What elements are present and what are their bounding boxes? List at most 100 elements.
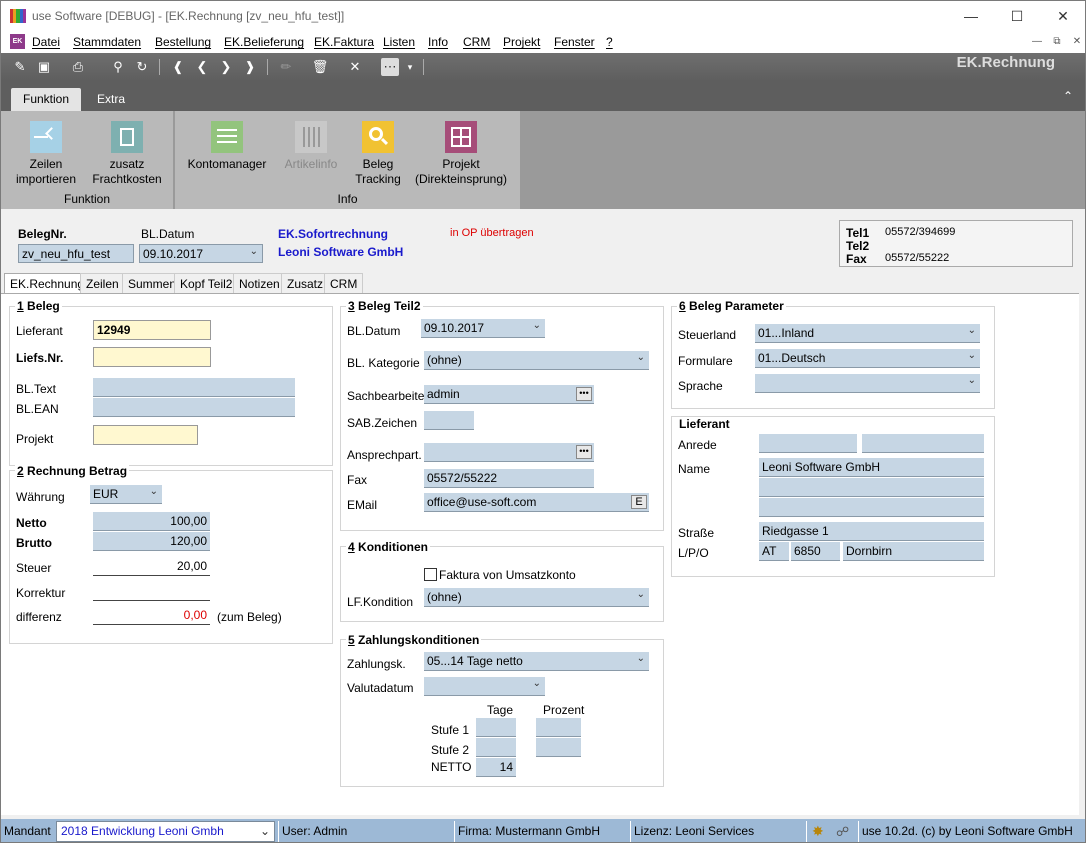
menu-projekt[interactable]: Projekt	[503, 35, 540, 49]
ansprechpartner-input[interactable]: •••	[424, 443, 594, 462]
menu-info[interactable]: Info	[428, 35, 448, 49]
document-icon[interactable]: EK	[10, 34, 25, 49]
chevron-down-icon[interactable]: ⌄	[250, 246, 258, 257]
collapse-ribbon-icon[interactable]: ⌃	[1063, 89, 1073, 103]
liefsnr-input[interactable]	[93, 347, 211, 367]
email-input[interactable]: office@use-soft.com E	[424, 493, 649, 512]
menu-bestellung[interactable]: Bestellung	[155, 35, 211, 49]
sachbearbeiter-input[interactable]: admin •••	[424, 385, 594, 404]
next-record-icon[interactable]: ❯	[217, 58, 235, 76]
minimize-button[interactable]: —	[956, 5, 986, 27]
chevron-down-icon[interactable]: ⌄	[637, 352, 645, 363]
name3-input[interactable]	[759, 498, 984, 517]
belegnr-input[interactable]: zv_neu_hfu_test	[18, 244, 134, 263]
tab-zeilen[interactable]: Zeilen	[80, 273, 125, 293]
menu-crm[interactable]: CRM	[463, 35, 490, 49]
mdi-minimize-button[interactable]: —	[1029, 35, 1045, 49]
projekt-input[interactable]	[93, 425, 198, 445]
chevron-down-icon[interactable]: ⌄	[150, 486, 158, 497]
menu-ek-faktura[interactable]: EK.Faktura	[314, 35, 374, 49]
tab-crm[interactable]: CRM	[324, 273, 364, 293]
tab-notizen[interactable]: Notizen	[233, 273, 286, 293]
brutto-input[interactable]: 120,00	[93, 532, 210, 551]
mdi-close-button[interactable]: ✕	[1069, 35, 1085, 49]
save-icon[interactable]: ▣	[35, 58, 53, 76]
close-button[interactable]: ✕	[1048, 5, 1078, 27]
chevron-down-icon[interactable]: ⌄	[533, 678, 541, 689]
previous-record-icon[interactable]: ❮	[193, 58, 211, 76]
anrede-input[interactable]	[759, 434, 857, 453]
teil2-bldatum-input[interactable]: 09.10.2017 ⌄	[421, 319, 545, 338]
artikelinfo-button[interactable]: Artikelinfo	[275, 111, 347, 172]
bltext-input[interactable]	[93, 378, 295, 397]
more-dropdown-icon[interactable]: ▾	[401, 58, 419, 76]
more-icon[interactable]: ⋯	[381, 58, 399, 76]
delete-icon[interactable]: 🗑	[311, 58, 329, 76]
waehrung-select[interactable]: EUR ⌄	[90, 485, 162, 504]
netto-input[interactable]: 100,00	[93, 512, 210, 531]
chevron-down-icon[interactable]: ⌄	[533, 320, 541, 331]
chevron-down-icon[interactable]: ⌄	[637, 589, 645, 600]
first-record-icon[interactable]: ❰	[169, 58, 187, 76]
ellipsis-icon[interactable]: •••	[576, 445, 592, 459]
tab-ek-rechnung[interactable]: EK.Rechnung	[4, 273, 91, 294]
chevron-down-icon[interactable]: ⌄	[968, 350, 976, 361]
zusatz-frachtkosten-button[interactable]: zusatz Frachtkosten	[89, 111, 165, 187]
plz-input[interactable]: 6850	[791, 542, 840, 561]
blean-input[interactable]	[93, 398, 295, 417]
zahlungsk-select[interactable]: 05...14 Tage netto ⌄	[424, 652, 649, 671]
chevron-down-icon[interactable]: ⌄	[260, 822, 270, 841]
faktura-umsatzkonto-checkbox[interactable]	[424, 568, 437, 581]
menu-help[interactable]: ?	[606, 35, 613, 49]
projekt-direkteinsprung-button[interactable]: Projekt (Direkteinsprung)	[411, 111, 511, 187]
beleg-tracking-button[interactable]: Beleg Tracking	[347, 111, 409, 187]
strasse-input[interactable]: Riedgasse 1	[759, 522, 984, 541]
name1-input[interactable]: Leoni Software GmbH	[759, 458, 984, 477]
land-input[interactable]: AT	[759, 542, 789, 561]
valutadatum-input[interactable]: ⌄	[424, 677, 545, 696]
kontomanager-button[interactable]: Kontomanager	[185, 111, 269, 172]
stufe2-prozent-input[interactable]	[536, 738, 581, 757]
header-bldatum-input[interactable]: 09.10.2017 ⌄	[139, 244, 263, 263]
titel-input[interactable]	[862, 434, 984, 453]
netto-tage-input[interactable]: 14	[476, 758, 516, 777]
sab-zeichen-input[interactable]	[424, 411, 474, 430]
tab-zusatz[interactable]: Zusatz	[281, 273, 330, 293]
chevron-down-icon[interactable]: ⌄	[968, 375, 976, 386]
last-record-icon[interactable]: ❱	[241, 58, 259, 76]
email-button[interactable]: E	[631, 495, 647, 509]
chevron-down-icon[interactable]: ⌄	[637, 653, 645, 664]
mdi-restore-button[interactable]: ⧉	[1049, 35, 1065, 49]
kategorie-select[interactable]: (ohne) ⌄	[424, 351, 649, 370]
ribbon-tab-funktion[interactable]: Funktion	[11, 88, 82, 111]
chevron-down-icon[interactable]: ⌄	[968, 325, 976, 336]
formulare-select[interactable]: 01...Deutsch ⌄	[755, 349, 980, 368]
print-icon[interactable]: ⎙	[69, 58, 87, 76]
ribbon-tab-extra[interactable]: Extra	[85, 88, 137, 111]
mandant-select[interactable]: 2018 Entwicklung Leoni Gmbh ⌄	[56, 821, 275, 842]
steuer-input[interactable]: 20,00	[93, 557, 210, 576]
search-icon[interactable]: ⚲	[109, 58, 127, 76]
edit-icon[interactable]: ✏	[277, 58, 295, 76]
cancel-icon[interactable]: ✕	[346, 58, 364, 76]
menu-stammdaten[interactable]: Stammdaten	[73, 35, 141, 49]
steuerland-select[interactable]: 01...Inland ⌄	[755, 324, 980, 343]
stufe2-tage-input[interactable]	[476, 738, 516, 757]
lfkondition-select[interactable]: (ohne) ⌄	[424, 588, 649, 607]
zeilen-importieren-button[interactable]: Zeilen importieren	[9, 111, 83, 187]
menu-fenster[interactable]: Fenster	[554, 35, 595, 49]
sprache-select[interactable]: ⌄	[755, 374, 980, 393]
lieferant-input[interactable]: 12949	[93, 320, 211, 340]
teil2-fax-input[interactable]: 05572/55222	[424, 469, 594, 488]
ellipsis-icon[interactable]: •••	[576, 387, 592, 401]
menu-ek-belieferung[interactable]: EK.Belieferung	[224, 35, 304, 49]
refresh-icon[interactable]: ↻	[133, 58, 151, 76]
maximize-button[interactable]: ☐	[1002, 5, 1032, 27]
new-icon[interactable]: ✎	[11, 58, 29, 76]
tab-kopf-teil2[interactable]: Kopf Teil2	[174, 273, 239, 293]
ort-input[interactable]: Dornbirn	[843, 542, 984, 561]
sync-icon[interactable]: ☍	[833, 821, 857, 842]
stufe1-prozent-input[interactable]	[536, 718, 581, 737]
menu-datei[interactable]: Datei	[32, 35, 60, 49]
menu-listen[interactable]: Listen	[383, 35, 415, 49]
